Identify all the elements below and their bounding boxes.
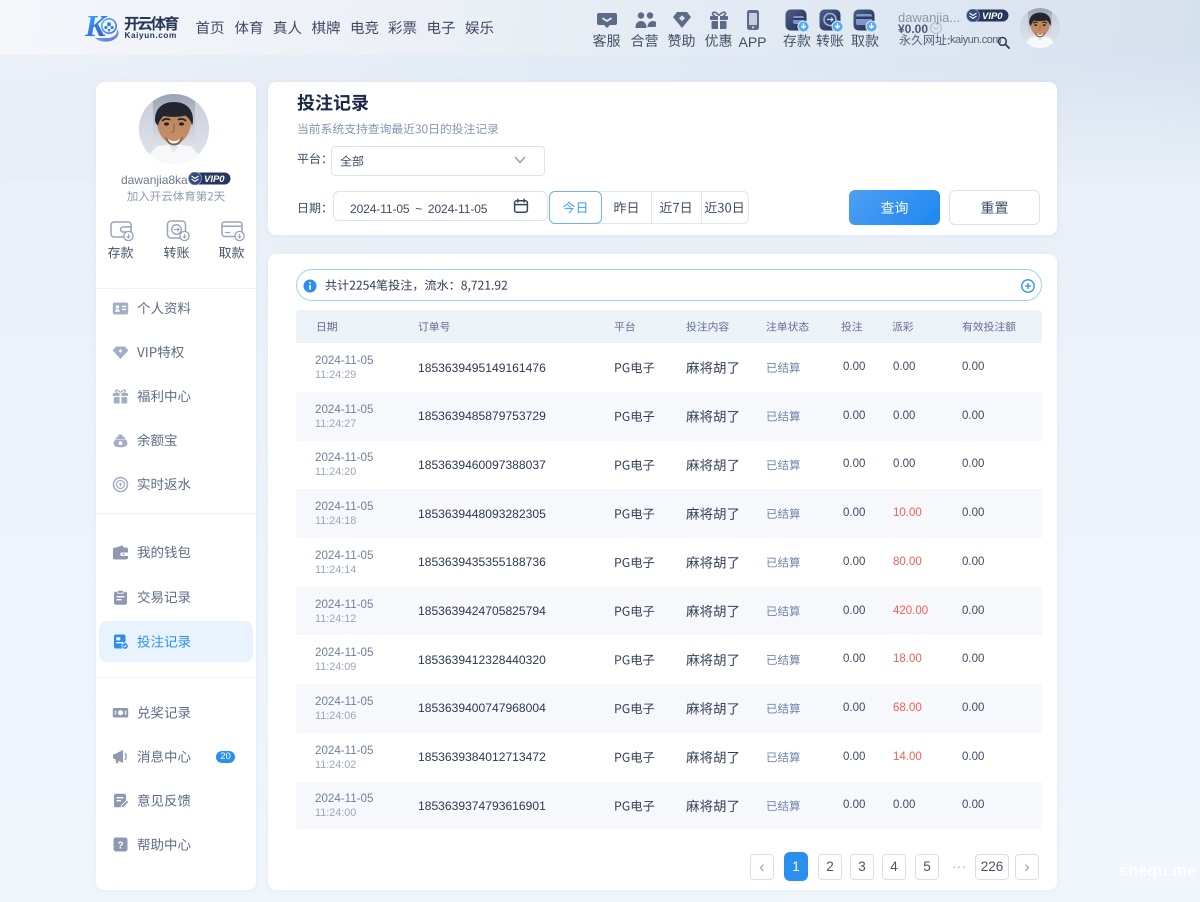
svg-text:?: ? xyxy=(117,840,123,851)
svg-text:VIP0: VIP0 xyxy=(982,11,1003,22)
svg-text:VIP0: VIP0 xyxy=(204,174,225,185)
